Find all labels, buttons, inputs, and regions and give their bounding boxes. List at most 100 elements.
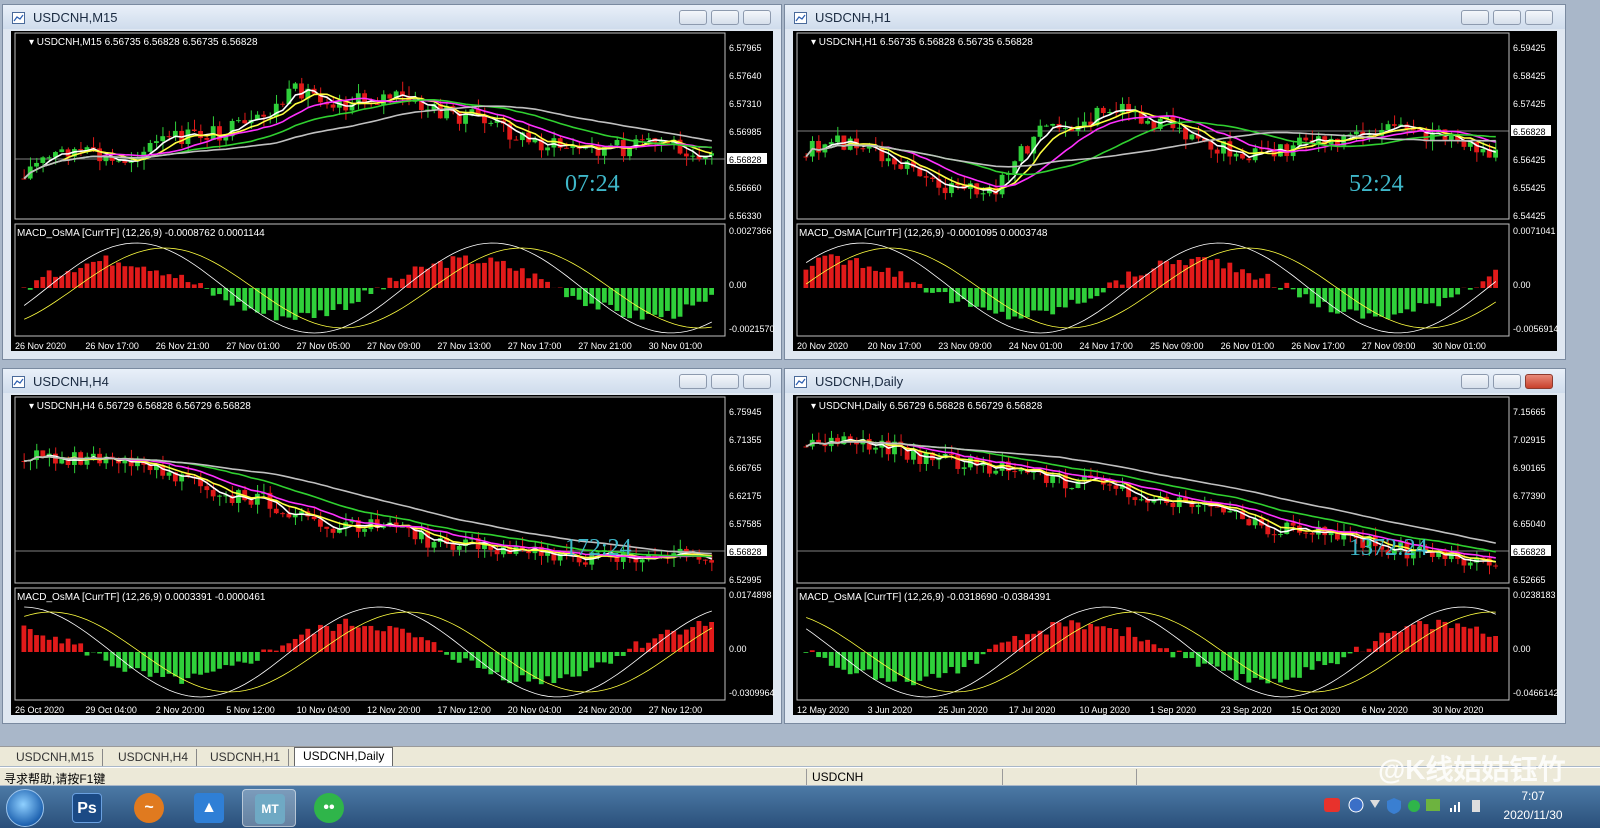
macd-histogram-bar (1474, 626, 1480, 652)
chart-canvas[interactable]: ▾ USDCNH,Daily 6.56729 6.56828 6.56729 6… (793, 395, 1559, 715)
minimize-button[interactable] (679, 374, 707, 389)
macd-histogram-bar (27, 629, 33, 652)
macd-histogram-bar (1081, 629, 1087, 652)
candle-body (1448, 135, 1454, 140)
time-axis-label: 20 Nov 17:00 (868, 341, 922, 351)
macd-histogram-bar (198, 652, 203, 675)
tab-usdcnh-daily[interactable]: USDCNH,Daily (294, 747, 394, 766)
macd-histogram-bar (665, 629, 670, 652)
macd-histogram-bar (942, 652, 948, 674)
macd-histogram-bar (633, 288, 639, 311)
macd-histogram-bar (986, 288, 992, 311)
macd-histogram-bar (21, 287, 27, 288)
titlebar[interactable]: USDCNH,M15 (3, 5, 781, 29)
price-axis-label: 6.57310 (729, 99, 762, 109)
candle-body (545, 147, 550, 151)
clock-time[interactable]: 7:07 (1504, 789, 1562, 803)
macd-histogram-bar (1062, 288, 1068, 308)
macd-histogram-bar (822, 255, 828, 288)
chart-window-m15[interactable]: USDCNH,M15 ▾ USDCNH,M15 6.56735 6.56828 … (2, 4, 782, 360)
candle-body (463, 114, 468, 124)
taskbar-app-blue[interactable]: ▲ (182, 789, 236, 827)
chart-window-h1[interactable]: USDCNH,H1 ▾ USDCNH,H1 6.56735 6.56828 6.… (784, 4, 1566, 360)
macd-panel-border (14, 223, 726, 337)
taskbar-app-wechat[interactable]: •• (302, 789, 356, 827)
taskbar-app-photoshop[interactable]: Ps (60, 789, 114, 827)
macd-histogram-bar (866, 266, 872, 288)
price-axis-label: 6.54425 (1513, 211, 1546, 221)
macd-histogram-bar (690, 288, 696, 306)
candle-body (955, 454, 961, 469)
window-title: USDCNH,M15 (33, 10, 118, 25)
time-axis-label: 25 Jun 2020 (938, 705, 988, 715)
macd-histogram-bar (1290, 288, 1296, 290)
macd-histogram-bar (822, 652, 828, 658)
macd-histogram-bar (1448, 288, 1454, 298)
candle-body (1429, 552, 1435, 557)
candle-body (248, 500, 254, 505)
taskbar-app-orange[interactable]: ~ (122, 789, 176, 827)
time-axis-label: 27 Nov 09:00 (367, 341, 421, 351)
taskbar-app-metatrader[interactable]: MT (242, 789, 296, 827)
macd-histogram-bar (1018, 640, 1024, 652)
candle-body (387, 94, 393, 99)
chart-window-icon (12, 11, 25, 24)
chart-canvas[interactable]: ▾ USDCNH,M15 6.56735 6.56828 6.56735 6.5… (11, 31, 775, 351)
titlebar[interactable]: USDCNH,H1 (785, 5, 1565, 29)
close-button[interactable] (1525, 374, 1553, 389)
macd-histogram-bar (809, 265, 815, 288)
macd-axis-label: -0.0309964 (729, 688, 775, 698)
macd-histogram-bar (583, 652, 588, 672)
close-button[interactable] (743, 10, 771, 25)
macd-histogram-bar (1417, 288, 1423, 304)
maximize-button[interactable] (711, 374, 739, 389)
macd-histogram-bar (1410, 288, 1416, 312)
macd-histogram-bar (128, 266, 134, 288)
macd-axis-label: -0.0466142 (1513, 688, 1559, 698)
chart-svg: ▾ USDCNH,M15 6.56735 6.56828 6.56735 6.5… (14, 32, 775, 351)
close-button[interactable] (743, 374, 771, 389)
titlebar[interactable]: USDCNH,Daily (785, 369, 1565, 393)
chart-info-label: ▾ USDCNH,M15 6.56735 6.56828 6.56735 6.5… (29, 37, 258, 48)
tab-usdcnh-h4[interactable]: USDCNH,H4 (110, 749, 198, 766)
macd-histogram-bar (1284, 282, 1290, 288)
macd-histogram-bar (911, 652, 916, 686)
candle-body (1145, 121, 1150, 124)
macd-histogram-bar (292, 638, 298, 652)
macd-histogram-bar (362, 626, 367, 652)
macd-histogram-bar (1081, 288, 1087, 303)
candle-body (217, 495, 222, 497)
candle-body (166, 136, 172, 138)
candle-body (1062, 128, 1068, 130)
macd-histogram-bar (1132, 636, 1138, 652)
chart-canvas[interactable]: ▾ USDCNH,H4 6.56729 6.56828 6.56729 6.56… (11, 395, 775, 715)
minimize-button[interactable] (679, 10, 707, 25)
close-button[interactable] (1525, 10, 1553, 25)
macd-histogram-bar (324, 288, 330, 317)
maximize-button[interactable] (711, 10, 739, 25)
clock-date[interactable]: 2020/11/30 (1500, 808, 1566, 822)
macd-histogram-bar (1328, 288, 1334, 313)
candle-body (46, 157, 52, 159)
titlebar[interactable]: USDCNH,H4 (3, 369, 781, 393)
macd-histogram-bar (1404, 288, 1410, 310)
macd-histogram-bar (1379, 632, 1385, 652)
macd-histogram-bar (1480, 281, 1486, 288)
tab-usdcnh-h1[interactable]: USDCNH,H1 (202, 749, 290, 766)
macd-histogram-bar (671, 288, 677, 319)
candle-body (1214, 149, 1220, 154)
chart-window-h4[interactable]: USDCNH,H4 ▾ USDCNH,H4 6.56729 6.56828 6.… (2, 368, 782, 724)
macd-histogram-bar (1328, 652, 1334, 664)
macd-axis-label: 0.00 (729, 280, 747, 290)
maximize-button[interactable] (1493, 374, 1521, 389)
start-button[interactable] (6, 789, 44, 827)
macd-axis-label: -0.0021570 (729, 324, 775, 334)
time-axis-label: 27 Nov 01:00 (226, 341, 280, 351)
chart-canvas[interactable]: ▾ USDCNH,H1 6.56735 6.56828 6.56735 6.56… (793, 31, 1559, 351)
tab-usdcnh-m15[interactable]: USDCNH,M15 (8, 749, 104, 766)
macd-histogram-bar (1157, 648, 1163, 652)
minimize-button[interactable] (1461, 374, 1489, 389)
maximize-button[interactable] (1493, 10, 1521, 25)
chart-window-daily[interactable]: USDCNH,Daily ▾ USDCNH,Daily 6.56729 6.56… (784, 368, 1566, 724)
minimize-button[interactable] (1461, 10, 1489, 25)
